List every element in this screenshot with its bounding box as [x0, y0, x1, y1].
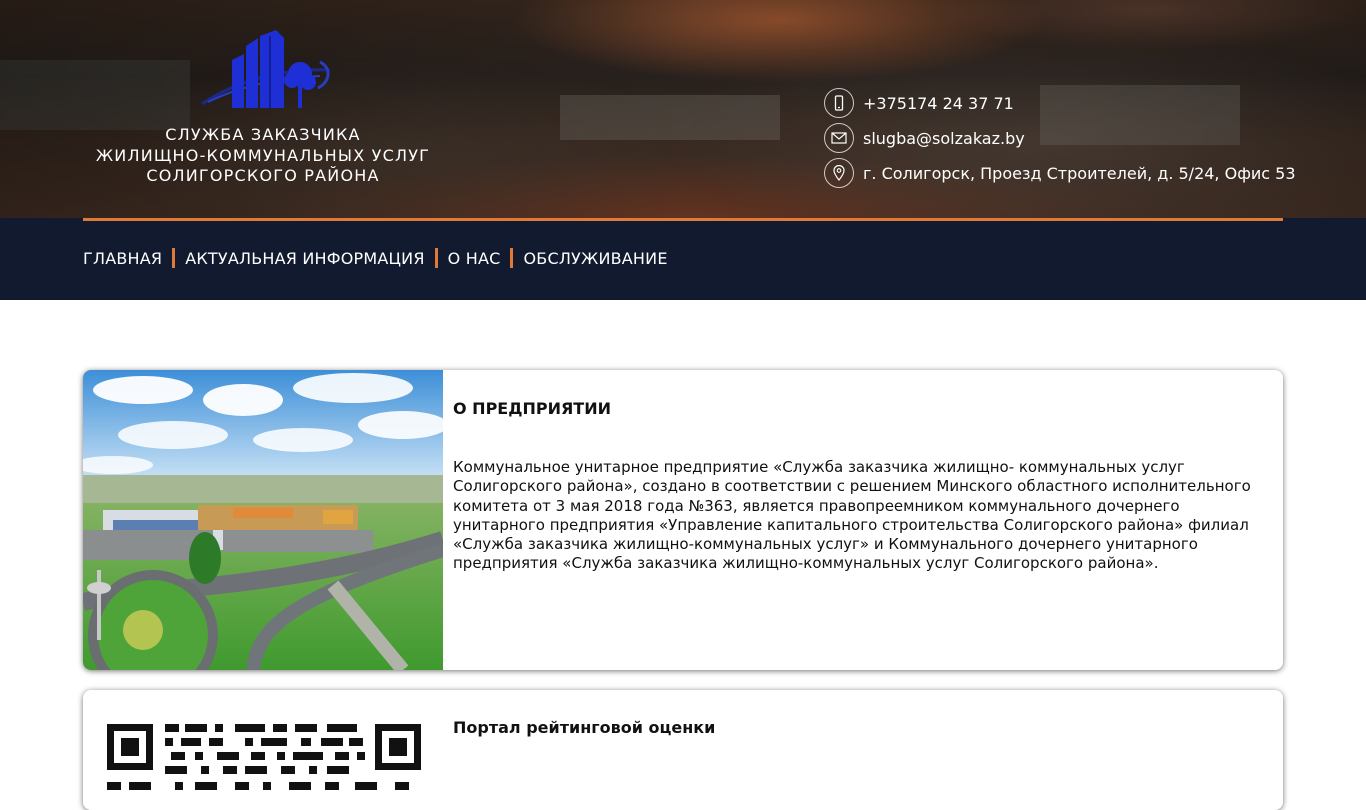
contact-email[interactable]: slugba@solzakaz.by: [824, 123, 1304, 153]
contact-phone[interactable]: +375174 24 37 71: [824, 88, 1304, 118]
address-text: г. Солигорск, Проезд Строителей, д. 5/24…: [863, 163, 1296, 183]
nav-item-about[interactable]: О НАС: [448, 249, 501, 268]
email-address[interactable]: slugba@solzakaz.by: [863, 129, 1025, 148]
envelope-icon: [824, 123, 854, 153]
about-text: Коммунальное унитарное предприятие «Служ…: [453, 458, 1251, 573]
site-header: СЛУЖБА ЗАКАЗЧИКА ЖИЛИЩНО-КОММУНАЛЬНЫХ УС…: [0, 0, 1366, 218]
brand-line-3: СОЛИГОРСКОГО РАЙОНА: [146, 166, 380, 185]
nav-separator: [172, 248, 176, 268]
rating-portal-card[interactable]: Портал рейтинговой оценки: [83, 690, 1283, 810]
nav-separator: [434, 248, 438, 268]
rating-portal-title[interactable]: Портал рейтинговой оценки: [453, 718, 1265, 737]
nav-separator: [510, 248, 514, 268]
about-title: О ПРЕДПРИЯТИИ: [453, 399, 611, 418]
nav-menu: ГЛАВНАЯ АКТУАЛЬНАЯ ИНФОРМАЦИЯ О НАС ОБСЛ…: [83, 248, 668, 268]
city-aerial-photo: [83, 370, 443, 670]
brand-line-1: СЛУЖБА ЗАКАЗЧИКА: [165, 125, 361, 144]
nav-item-news[interactable]: АКТУАЛЬНАЯ ИНФОРМАЦИЯ: [185, 249, 424, 268]
logo[interactable]: [200, 28, 340, 112]
nav-item-service[interactable]: ОБСЛУЖИВАНИЕ: [523, 249, 667, 268]
about-card-body: О ПРЕДПРИЯТИИ Коммунальное унитарное пре…: [453, 370, 1265, 574]
about-card: О ПРЕДПРИЯТИИ Коммунальное унитарное пре…: [83, 370, 1283, 670]
phone-icon: [824, 88, 854, 118]
brand-line-2: ЖИЛИЩНО-КОММУНАЛЬНЫХ УСЛУГ: [95, 145, 431, 165]
map-pin-icon: [824, 158, 854, 188]
contacts-block: +375174 24 37 71 slugba@solzakaz.by г. С…: [824, 88, 1304, 193]
qr-code[interactable]: [105, 722, 423, 810]
logo-icon: [201, 30, 331, 108]
brand-name: СЛУЖБА ЗАКАЗЧИКА ЖИЛИЩНО-КОММУНАЛЬНЫХ УС…: [83, 125, 443, 187]
main-navigation: ГЛАВНАЯ АКТУАЛЬНАЯ ИНФОРМАЦИЯ О НАС ОБСЛ…: [0, 218, 1366, 300]
contact-address: г. Солигорск, Проезд Строителей, д. 5/24…: [824, 158, 1304, 188]
rating-portal-card-body: Портал рейтинговой оценки: [453, 690, 1265, 737]
phone-number[interactable]: +375174 24 37 71: [863, 94, 1014, 113]
nav-accent-line: [83, 218, 1283, 221]
nav-item-home[interactable]: ГЛАВНАЯ: [83, 249, 162, 268]
